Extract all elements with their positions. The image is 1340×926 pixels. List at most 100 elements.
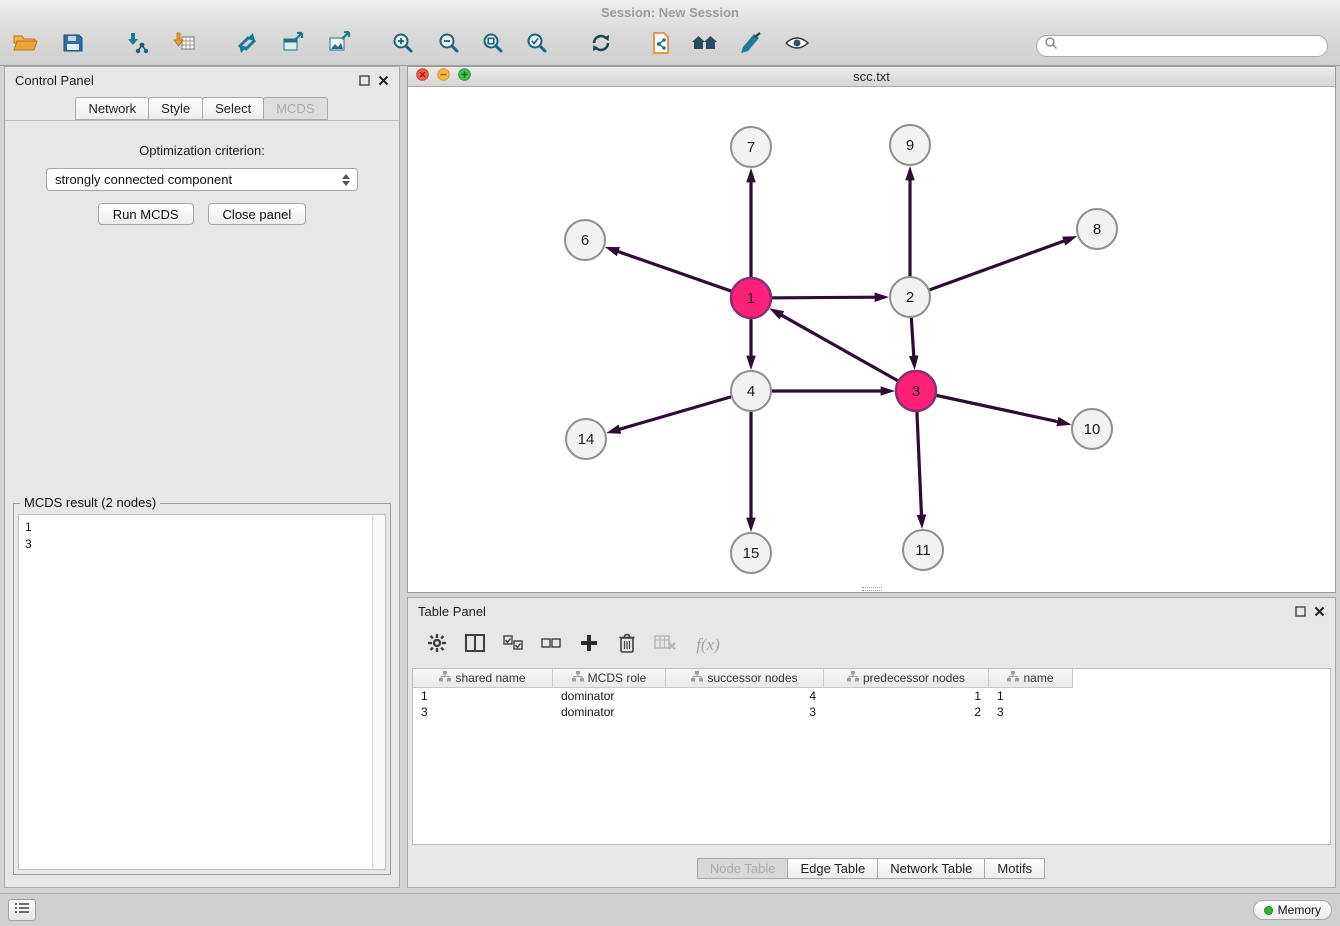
- columns-icon: [465, 634, 485, 657]
- refresh-layout-button[interactable]: [584, 30, 618, 62]
- app-title: Session: New Session: [601, 5, 739, 20]
- graph-node-9[interactable]: 9: [890, 125, 930, 165]
- gear-icon: [427, 633, 447, 658]
- table-cell: 2: [824, 704, 989, 720]
- import-network-button[interactable]: [120, 30, 154, 62]
- memory-status-icon: [1264, 906, 1273, 915]
- create-column-button[interactable]: [574, 631, 604, 659]
- network-canvas[interactable]: 7 9 6 8 1 2 4 3 10 14 15 11: [408, 87, 1335, 592]
- delete-column-button[interactable]: [612, 631, 642, 659]
- result-scrollbar[interactable]: [372, 515, 385, 869]
- select-all-rows-button[interactable]: [498, 631, 528, 659]
- graph-node-2[interactable]: 2: [890, 277, 930, 317]
- graph-node-4[interactable]: 4: [731, 371, 771, 411]
- import-table-button[interactable]: [168, 30, 202, 62]
- mcds-result-text: 1 3: [19, 515, 372, 869]
- column-type-icon: [439, 671, 451, 685]
- graph-node-3[interactable]: 3: [896, 371, 936, 411]
- column-header-successor-nodes[interactable]: successor nodes: [666, 669, 824, 688]
- graph-node-6[interactable]: 6: [565, 220, 605, 260]
- column-header-predecessor-nodes[interactable]: predecessor nodes: [824, 669, 989, 688]
- tab-edge-table[interactable]: Edge Table: [787, 858, 878, 879]
- export-image-icon: [327, 31, 351, 60]
- close-panel-button[interactable]: Close panel: [208, 203, 307, 225]
- column-header-name[interactable]: name: [989, 669, 1073, 688]
- open-session-button[interactable]: [8, 30, 42, 62]
- table-cell: 1: [413, 688, 553, 704]
- column-type-icon: [1007, 671, 1019, 685]
- function-builder-button[interactable]: f(x): [688, 631, 728, 659]
- graph-node-15[interactable]: 15: [731, 533, 771, 573]
- graph-node-14[interactable]: 14: [566, 419, 606, 459]
- tab-network[interactable]: Network: [75, 97, 149, 120]
- task-history-button[interactable]: [8, 899, 36, 921]
- column-header-mcds-role[interactable]: MCDS role: [553, 669, 666, 688]
- export-image-button[interactable]: [322, 30, 356, 62]
- column-header-shared-name[interactable]: shared name: [413, 669, 553, 688]
- graph-node-10[interactable]: 10: [1072, 409, 1112, 449]
- svg-text:7: 7: [747, 139, 755, 156]
- save-session-button[interactable]: [56, 30, 90, 62]
- criterion-dropdown[interactable]: strongly connected component: [46, 168, 358, 191]
- home-icon: [691, 32, 719, 59]
- delete-table-button[interactable]: [650, 631, 680, 659]
- app-titlebar: Session: New Session: [0, 0, 1340, 26]
- table-settings-button[interactable]: [422, 631, 452, 659]
- table-row[interactable]: 3dominator323: [413, 704, 1330, 720]
- graph-node-11[interactable]: 11: [903, 530, 943, 570]
- toggle-visibility-button[interactable]: [780, 30, 814, 62]
- show-columns-button[interactable]: [460, 631, 490, 659]
- tab-node-table[interactable]: Node Table: [697, 858, 789, 879]
- table-cell: dominator: [553, 704, 666, 720]
- graph-node-8[interactable]: 8: [1077, 209, 1117, 249]
- swap-network-button[interactable]: [230, 30, 264, 62]
- network-window-titlebar[interactable]: scc.txt: [408, 67, 1335, 87]
- unchecked-boxes-icon: [541, 635, 561, 656]
- graph-node-1[interactable]: 1: [731, 278, 771, 318]
- graph-edge-3-1[interactable]: [780, 314, 916, 391]
- table-cell: dominator: [553, 688, 666, 704]
- search-input[interactable]: [1058, 37, 1327, 55]
- svg-text:2: 2: [906, 289, 914, 306]
- table-row[interactable]: 1dominator411: [413, 688, 1330, 704]
- style-brush-icon: [739, 31, 763, 60]
- graph-edge-2-8[interactable]: [910, 240, 1066, 297]
- table-cell: 4: [666, 688, 824, 704]
- graph-edge-1-6[interactable]: [616, 251, 751, 298]
- tab-motifs[interactable]: Motifs: [984, 858, 1045, 879]
- run-mcds-button[interactable]: Run MCDS: [98, 203, 194, 225]
- close-panel-icon[interactable]: [378, 75, 389, 86]
- table-panel-header: Table Panel: [408, 598, 1335, 624]
- svg-text:14: 14: [578, 431, 595, 448]
- zoom-in-button[interactable]: [386, 30, 420, 62]
- control-panel-header: Control Panel: [5, 67, 399, 93]
- float-table-panel-icon[interactable]: [1295, 606, 1306, 617]
- delete-table-icon: [654, 635, 676, 656]
- status-bar: Memory: [0, 893, 1340, 926]
- export-network-button[interactable]: [644, 30, 678, 62]
- home-views-button[interactable]: [688, 30, 722, 62]
- new-network-window-button[interactable]: [276, 30, 310, 62]
- memory-button[interactable]: Memory: [1253, 900, 1332, 920]
- tab-mcds[interactable]: MCDS: [263, 97, 327, 120]
- global-search-field[interactable]: [1036, 35, 1328, 57]
- close-table-panel-icon[interactable]: [1314, 606, 1325, 617]
- graph-node-7[interactable]: 7: [731, 127, 771, 167]
- table-header-row: shared nameMCDS rolesuccessor nodesprede…: [413, 669, 1330, 688]
- network-window-title: scc.txt: [408, 69, 1335, 84]
- svg-text:1: 1: [747, 290, 755, 307]
- tab-style[interactable]: Style: [148, 97, 203, 120]
- panel-resize-grip[interactable]: [862, 587, 882, 591]
- graph-edge-3-10[interactable]: [916, 391, 1060, 422]
- zoom-selected-button[interactable]: [520, 30, 554, 62]
- zoom-fit-button[interactable]: [476, 30, 510, 62]
- zoom-out-button[interactable]: [432, 30, 466, 62]
- mcds-result-box: MCDS result (2 nodes) 1 3: [13, 503, 391, 875]
- deselect-all-rows-button[interactable]: [536, 631, 566, 659]
- dropdown-stepper-icon: [342, 174, 350, 186]
- tab-network-table[interactable]: Network Table: [877, 858, 985, 879]
- apply-style-button[interactable]: [734, 30, 768, 62]
- table-panel: Table Panel f(x) shared nameMCDS: [407, 597, 1336, 888]
- tab-select[interactable]: Select: [202, 97, 264, 120]
- float-panel-icon[interactable]: [359, 75, 370, 86]
